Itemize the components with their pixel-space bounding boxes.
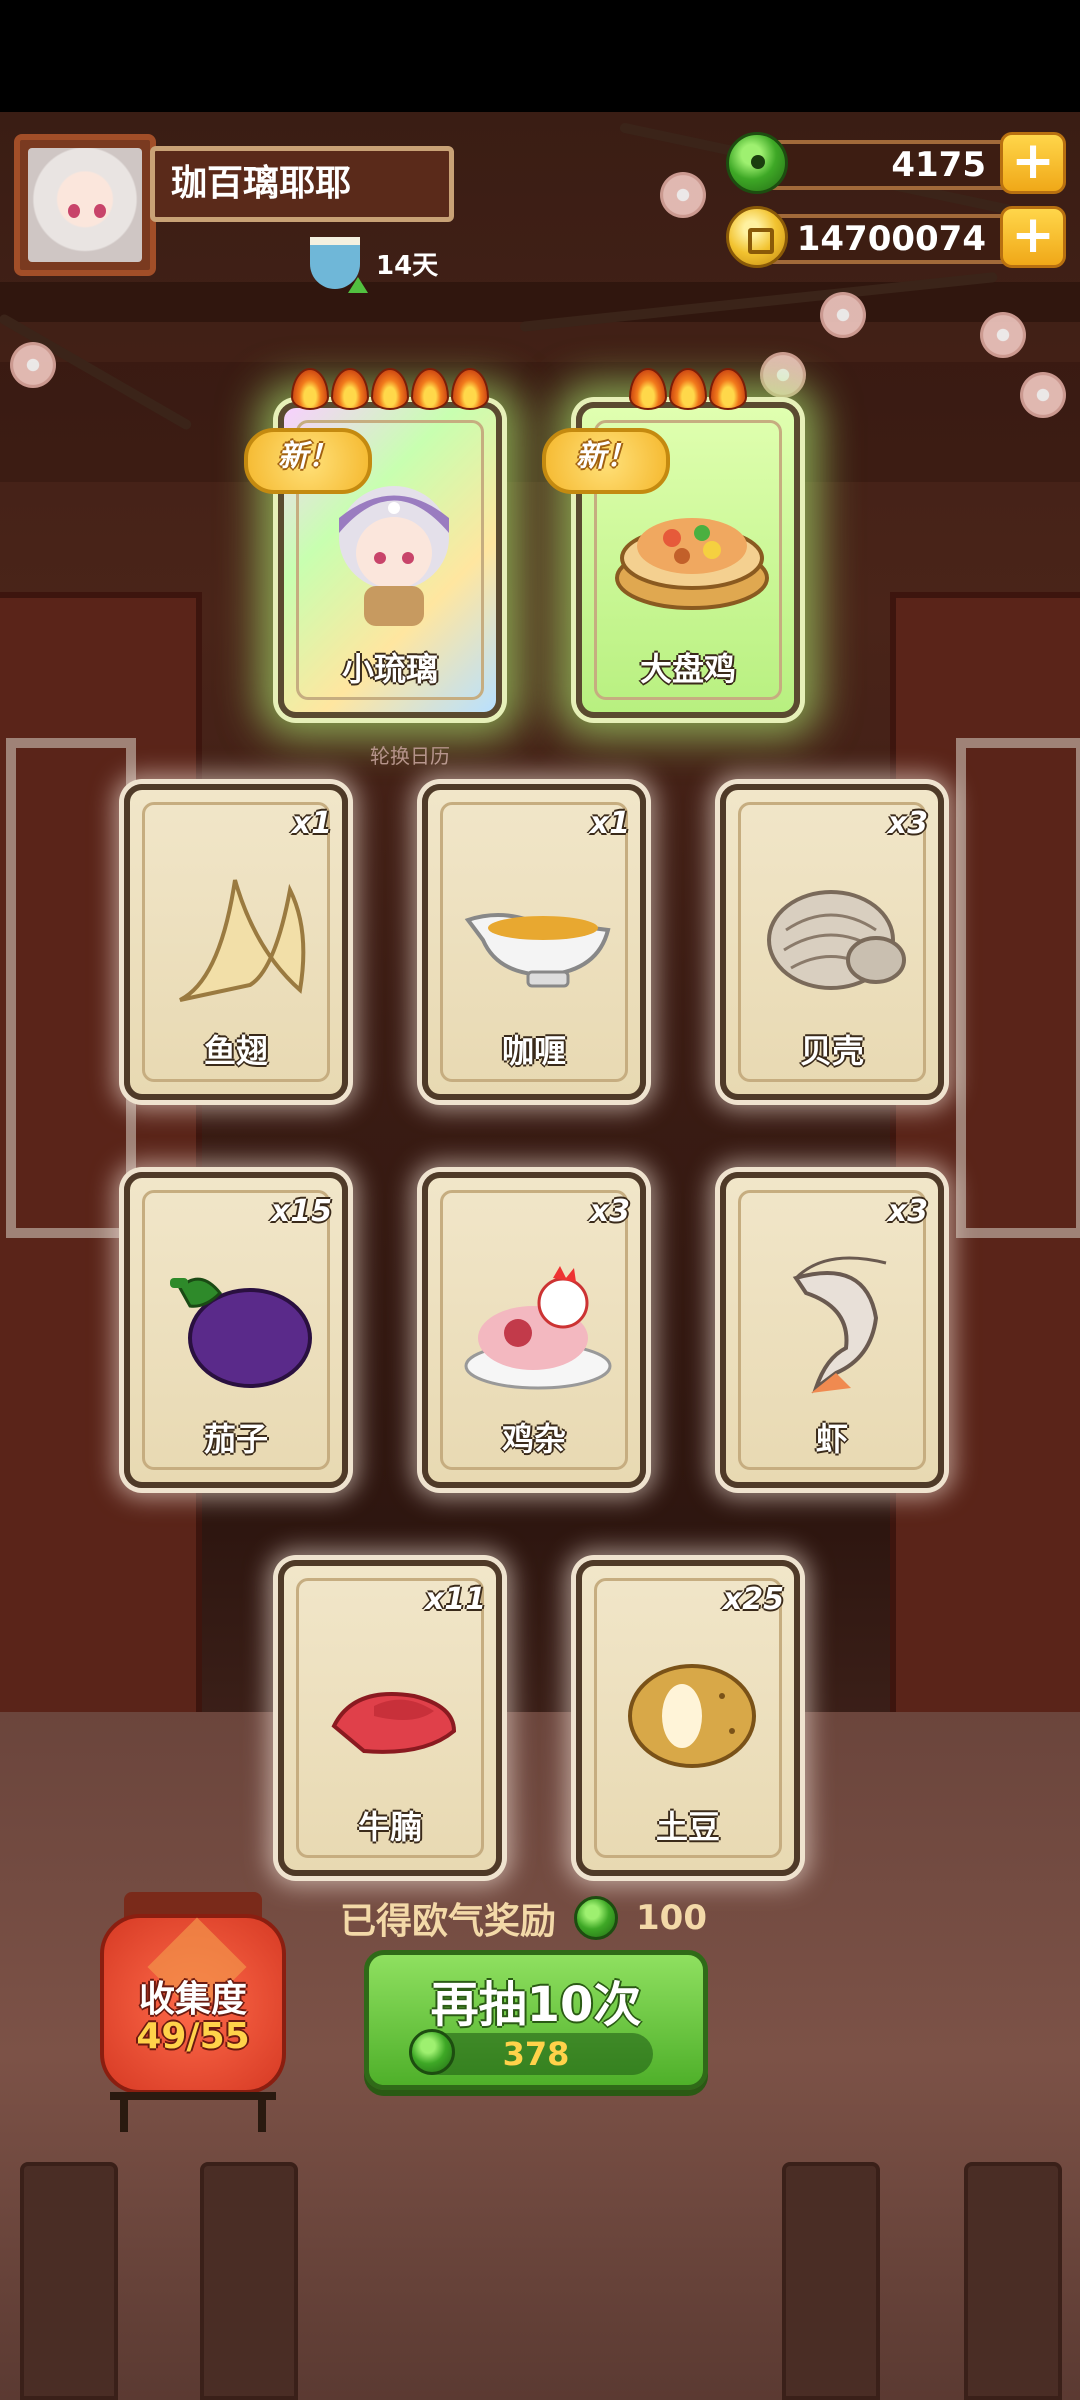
collection-title: 收集度 <box>138 1979 247 2020</box>
card-label: 大盘鸡 <box>639 650 736 688</box>
right-door <box>890 592 1080 1724</box>
item-label: 鱼翅 <box>203 1032 268 1070</box>
blossom <box>660 172 706 218</box>
flame-icon <box>411 368 449 410</box>
gold-coin-icon <box>726 206 788 268</box>
add-jade-button[interactable]: + <box>1000 132 1066 194</box>
blossom <box>1020 372 1066 418</box>
item-count: x3 <box>589 1194 630 1229</box>
rarity-flames <box>284 368 496 410</box>
item-card[interactable]: x1 咖喱 <box>422 784 646 1100</box>
luck-reward-label: 已得欧气奖励 <box>340 1901 557 1942</box>
character-icon <box>339 486 449 626</box>
draw-cost-value: 378 <box>502 2035 570 2073</box>
item-label: 牛腩 <box>357 1808 422 1846</box>
item-label: 土豆 <box>655 1808 720 1846</box>
flame-icon <box>629 368 667 410</box>
new-reward-card[interactable]: 新！ 大盘鸡 <box>542 368 800 718</box>
player-name: 珈百璃耶耶 <box>150 146 454 222</box>
left-door <box>0 592 202 1724</box>
jade-currency: 4175 + <box>726 132 1066 194</box>
days-label: 14天 <box>376 250 439 281</box>
potato-icon <box>628 1664 756 1768</box>
chicken-giblets-icon <box>464 1266 612 1390</box>
green-jade-icon <box>726 132 788 194</box>
add-coins-button[interactable]: + <box>1000 206 1066 268</box>
flame-icon <box>709 368 747 410</box>
green-jade-icon <box>574 1896 619 1940</box>
item-label: 贝壳 <box>799 1032 864 1070</box>
fence-post <box>782 2162 880 2400</box>
item-label: 茄子 <box>203 1420 268 1458</box>
flame-icon <box>669 368 707 410</box>
days-counter: 14天 <box>310 237 439 293</box>
jade-value: 4175 <box>756 140 1030 190</box>
item-count: x3 <box>887 806 928 841</box>
beef-brisket-icon <box>331 1692 457 1754</box>
item-card[interactable]: x25 土豆 <box>576 1560 800 1876</box>
item-card[interactable]: x3 虾 <box>720 1172 944 1488</box>
luck-reward-value: 100 <box>636 1898 707 1938</box>
rarity-flames <box>582 368 794 410</box>
eggplant-icon <box>170 1277 312 1388</box>
wall-panel <box>0 362 1080 482</box>
item-count: x15 <box>270 1194 332 1229</box>
item-card[interactable]: x3 鸡杂 <box>422 1172 646 1488</box>
item-count: x3 <box>887 1194 928 1229</box>
fence-post <box>200 2162 298 2400</box>
item-card[interactable]: x11 牛腩 <box>278 1560 502 1876</box>
clam-shell-icon <box>767 890 906 990</box>
dish-icon <box>615 518 769 610</box>
item-label: 鸡杂 <box>501 1420 566 1458</box>
coin-currency: 14700074 + <box>726 206 1066 268</box>
new-reward-card[interactable]: 新！ 小琉璃 <box>244 368 502 718</box>
item-count: x1 <box>589 806 630 841</box>
rotation-calendar-label: 轮换日历 <box>370 744 450 768</box>
collection-lantern[interactable]: 收集度 49/55 <box>100 1892 286 2132</box>
card-label: 小琉璃 <box>341 650 438 688</box>
rice-bowl-icon <box>310 237 368 293</box>
draw-10-button[interactable]: 再抽10次 378 <box>364 1950 708 2090</box>
luck-reward-bar: 已得欧气奖励 100 <box>340 1892 707 1944</box>
draw-10-label: 再抽10次 <box>430 1977 642 2033</box>
item-count: x25 <box>722 1582 784 1617</box>
flame-icon <box>451 368 489 410</box>
shark-fin-icon <box>179 879 306 1002</box>
collection-progress: 49/55 <box>136 2016 250 2057</box>
flame-icon <box>291 368 329 410</box>
blossom <box>820 292 866 338</box>
fence-post <box>20 2162 118 2400</box>
player-avatar-frame[interactable] <box>14 134 156 276</box>
item-count: x11 <box>424 1582 486 1617</box>
draw-cost: 378 <box>409 2029 653 2075</box>
item-label: 虾 <box>815 1420 848 1458</box>
item-label: 咖喱 <box>501 1032 566 1070</box>
curry-gravy-boat-icon <box>464 913 611 988</box>
fence-post <box>964 2162 1062 2400</box>
item-card[interactable]: x15 茄子 <box>124 1172 348 1488</box>
item-card[interactable]: x3 贝壳 <box>720 784 944 1100</box>
flame-icon <box>371 368 409 410</box>
shrimp-icon <box>792 1256 887 1394</box>
blossom <box>980 312 1026 358</box>
blossom <box>10 342 56 388</box>
player-avatar <box>28 148 142 262</box>
coin-value: 14700074 <box>756 214 1030 264</box>
flame-icon <box>331 368 369 410</box>
item-card[interactable]: x1 鱼翅 <box>124 784 348 1100</box>
item-count: x1 <box>291 806 332 841</box>
